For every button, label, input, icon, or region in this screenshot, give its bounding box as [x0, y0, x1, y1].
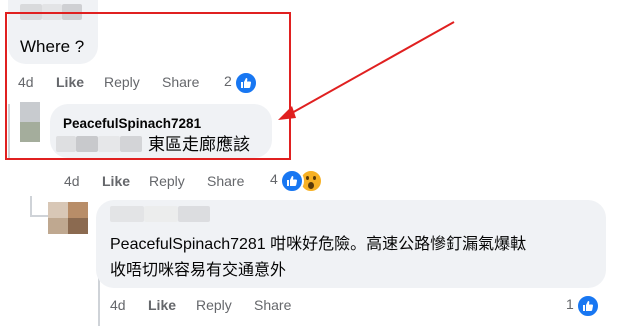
annotation-arrow [278, 21, 455, 120]
